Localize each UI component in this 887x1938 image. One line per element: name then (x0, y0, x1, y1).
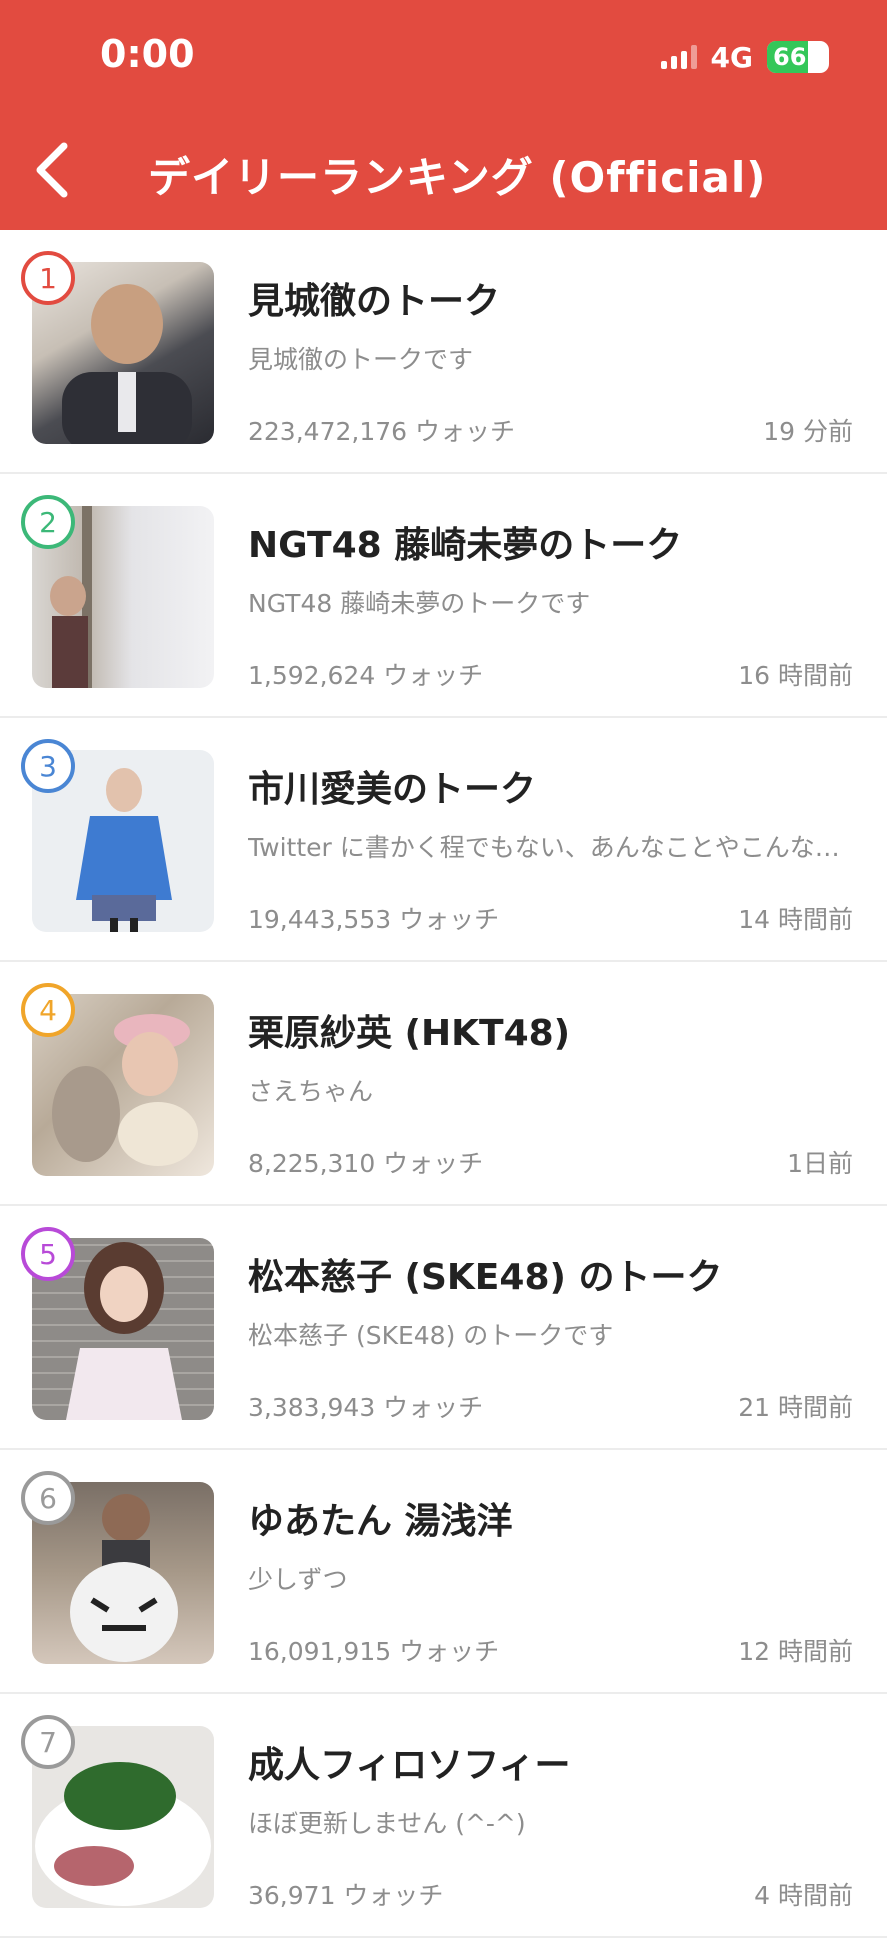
network-label: 4G (710, 40, 753, 74)
talk-description: さえちゃん (248, 1077, 374, 1106)
talk-description: 見城徹のトークです (248, 345, 474, 374)
ranking-item[interactable]: 3 市川愛美のトーク Twitter に書かく程でもない、あんなことやこんなこと… (0, 718, 887, 962)
status-time: 0:00 (100, 32, 195, 76)
ranking-item[interactable]: 7 成人フィロソフィー ほぼ更新しません (^-^) 36,971 ウォッチ 4… (0, 1694, 887, 1938)
page-title: デイリーランキング (Official) (148, 153, 767, 202)
back-button[interactable] (28, 138, 78, 202)
watch-count: 8,225,310 ウォッチ (248, 1149, 484, 1178)
updated-time: 4 時間前 (754, 1881, 853, 1910)
updated-time: 12 時間前 (738, 1637, 853, 1666)
watch-count: 16,091,915 ウォッチ (248, 1637, 500, 1666)
battery-level: 66 (773, 43, 807, 71)
updated-time: 21 時間前 (738, 1393, 853, 1422)
talk-title: 松本慈子 (SKE48) のトーク (248, 1257, 723, 1298)
talk-description: ほぼ更新しません (^-^) (248, 1809, 526, 1838)
talk-title: ゆあたん 湯浅洋 (248, 1501, 513, 1542)
ranking-item[interactable]: 2 NGT48 藤崎未夢のトーク NGT48 藤崎未夢のトークです 1,592,… (0, 474, 887, 718)
rank-badge: 7 (21, 1715, 75, 1769)
watch-count: 3,383,943 ウォッチ (248, 1393, 484, 1422)
talk-title: 市川愛美のトーク (248, 769, 537, 810)
updated-time: 1日前 (787, 1149, 853, 1178)
rank-badge: 6 (21, 1471, 75, 1525)
updated-time: 19 分前 (763, 417, 853, 446)
app-header: 0:00 4G 66 デイリーランキング (Official) (0, 0, 887, 230)
updated-time: 16 時間前 (738, 661, 853, 690)
ranking-list: 1 見城徹のトーク 見城徹のトークです 223,472,176 ウォッチ 19 … (0, 230, 887, 1938)
battery-icon: 66 (767, 41, 829, 73)
talk-description: Twitter に書かく程でもない、あんなことやこんなことを… (248, 833, 848, 862)
rank-badge: 1 (21, 251, 75, 305)
watch-count: 19,443,553 ウォッチ (248, 905, 500, 934)
watch-count: 36,971 ウォッチ (248, 1881, 444, 1910)
ranking-item[interactable]: 4 栗原紗英 (HKT48) さえちゃん 8,225,310 ウォッチ 1日前 (0, 962, 887, 1206)
rank-badge: 5 (21, 1227, 75, 1281)
rank-badge: 3 (21, 739, 75, 793)
status-icons: 4G 66 (660, 40, 829, 74)
rank-badge: 4 (21, 983, 75, 1037)
signal-icon (660, 45, 697, 69)
talk-title: 成人フィロソフィー (248, 1745, 571, 1786)
talk-title: 見城徹のトーク (248, 281, 501, 322)
ranking-item[interactable]: 1 見城徹のトーク 見城徹のトークです 223,472,176 ウォッチ 19 … (0, 230, 887, 474)
talk-description: NGT48 藤崎未夢のトークです (248, 589, 591, 618)
watch-count: 223,472,176 ウォッチ (248, 417, 515, 446)
talk-title: NGT48 藤崎未夢のトーク (248, 525, 683, 566)
talk-description: 松本慈子 (SKE48) のトークです (248, 1321, 614, 1350)
watch-count: 1,592,624 ウォッチ (248, 661, 484, 690)
rank-badge: 2 (21, 495, 75, 549)
ranking-item[interactable]: 6 ゆあたん 湯浅洋 少しずつ 16,091,915 ウォッチ 12 時間前 (0, 1450, 887, 1694)
ranking-item[interactable]: 5 松本慈子 (SKE48) のトーク 松本慈子 (SKE48) のトークです … (0, 1206, 887, 1450)
talk-title: 栗原紗英 (HKT48) (248, 1013, 571, 1054)
updated-time: 14 時間前 (738, 905, 853, 934)
talk-description: 少しずつ (248, 1565, 348, 1594)
chevron-left-icon (36, 142, 68, 198)
